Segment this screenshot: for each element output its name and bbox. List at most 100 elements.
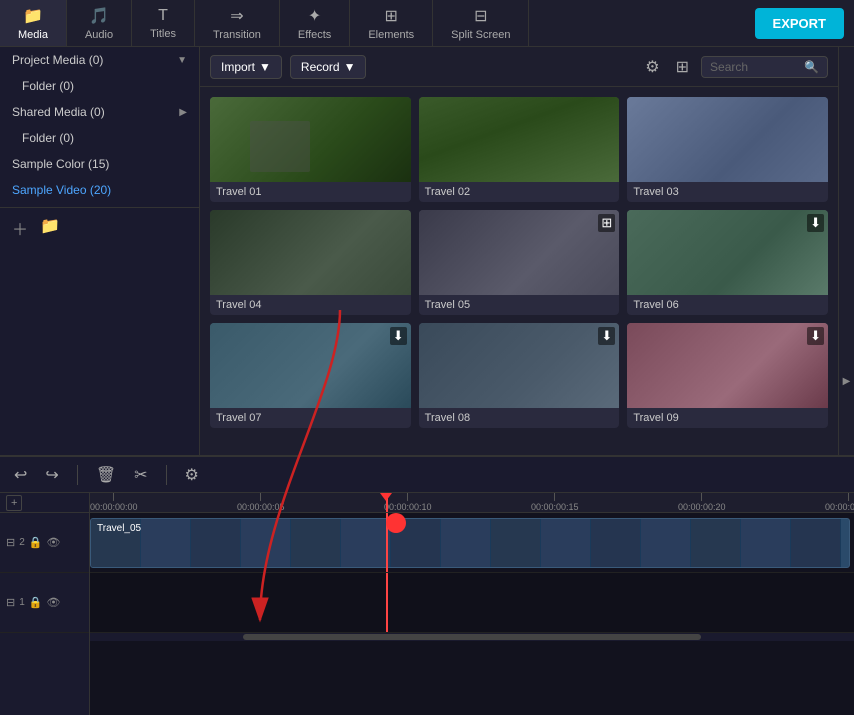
playhead-line-t1	[386, 573, 388, 632]
media-label-travel05: Travel 05	[419, 295, 620, 315]
clip-frame-13	[691, 519, 741, 567]
media-card-travel03[interactable]: Travel 03	[627, 97, 828, 202]
playhead-circle	[386, 513, 406, 533]
undo-button[interactable]: ↩	[10, 463, 31, 487]
download-overlay-icon-8: ⬇	[598, 327, 615, 345]
nav-label-transition: Transition	[213, 29, 261, 41]
nav-item-audio[interactable]: 🎵 Audio	[67, 0, 132, 46]
timeline-ruler: 00:00:00:00 00:00:00:05 00:00:00:10 00:0…	[90, 493, 854, 513]
search-input[interactable]	[710, 60, 800, 74]
timeline-scrollbar[interactable]	[90, 633, 854, 641]
chevron-right-icon: ▶	[179, 107, 187, 118]
clip-frame-6	[341, 519, 391, 567]
grid-icon-btn[interactable]: ⊞	[672, 55, 693, 79]
elements-icon: ⊞	[385, 6, 398, 26]
sidebar-item-project-media[interactable]: Project Media (0) ▼	[0, 47, 199, 73]
video-clip-travel05[interactable]: Travel_05	[90, 518, 850, 568]
media-icon: 📁	[23, 6, 43, 26]
nav-label-effects: Effects	[298, 29, 331, 41]
ruler-mark-4: 00:00:00:20	[678, 493, 726, 512]
media-thumb-travel02	[419, 97, 620, 182]
nav-item-elements[interactable]: ⊞ Elements	[350, 0, 433, 46]
timeline-main: 00:00:00:00 00:00:00:05 00:00:00:10 00:0…	[90, 493, 854, 715]
clip-frame-5	[291, 519, 341, 567]
nav-item-transition[interactable]: ⇒ Transition	[195, 0, 280, 46]
record-dropdown[interactable]: Record ▼	[290, 55, 367, 79]
timeline-toolbar: ↩ ↪ 🗑 ✂ ⚙	[0, 457, 854, 493]
nav-item-titles[interactable]: T Titles	[132, 0, 195, 46]
media-label-travel08: Travel 08	[419, 408, 620, 428]
media-card-travel05[interactable]: ⊞ Travel 05	[419, 210, 620, 315]
timeline-scrollbar-thumb[interactable]	[243, 634, 701, 640]
scissors-button[interactable]: ✂	[130, 463, 151, 487]
track-number-2: 2	[19, 537, 25, 548]
track-lock-btn-1[interactable]: 🔒	[29, 596, 43, 609]
clip-frame-15	[791, 519, 841, 567]
media-card-travel04[interactable]: Travel 04	[210, 210, 411, 315]
track-grid-icon-1: ⊟	[6, 596, 15, 609]
track-label-row-2: ⊟ 2 🔒 👁	[0, 513, 89, 573]
media-thumb-travel05: ⊞	[419, 210, 620, 295]
sidebar-item-shared-media[interactable]: Shared Media (0) ▶	[0, 99, 199, 125]
media-label-travel02: Travel 02	[419, 182, 620, 202]
nav-item-media[interactable]: 📁 Media	[0, 0, 67, 46]
clip-frame-10	[541, 519, 591, 567]
media-card-travel08[interactable]: ⬇ Travel 08	[419, 323, 620, 428]
add-track-button[interactable]: +	[6, 495, 22, 511]
sidebar-item-folder-1[interactable]: Folder (0)	[0, 125, 199, 151]
media-card-travel02[interactable]: Travel 02	[419, 97, 620, 202]
download-overlay-icon-9: ⬇	[807, 327, 824, 345]
download-overlay-icon-6: ⬇	[807, 214, 824, 232]
track-eye-btn-2[interactable]: 👁	[46, 536, 60, 549]
media-card-travel09[interactable]: ⬇ Travel 09	[627, 323, 828, 428]
nav-item-splitscreen[interactable]: ⊟ Split Screen	[433, 0, 529, 46]
media-card-travel06[interactable]: ⬇ Travel 06	[627, 210, 828, 315]
ruler-mark-1: 00:00:00:05	[237, 493, 285, 512]
search-box: 🔍	[701, 56, 828, 78]
sidebar-item-sample-color[interactable]: Sample Color (15)	[0, 151, 199, 177]
ruler-mark-5: 00:00:00:25	[825, 493, 854, 512]
timeline-track-labels: + ⊟ 2 🔒 👁 ⊟ 1 🔒 👁	[0, 493, 90, 715]
ruler-mark-3: 00:00:00:15	[531, 493, 579, 512]
filter-icon-btn[interactable]: ⚙	[641, 55, 663, 79]
media-card-travel01[interactable]: Travel 01	[210, 97, 411, 202]
ruler-mark-0: 00:00:00:00	[90, 493, 138, 512]
track-label-row-1: ⊟ 1 🔒 👁	[0, 573, 89, 633]
audio-icon: 🎵	[89, 6, 109, 26]
media-thumb-travel06: ⬇	[627, 210, 828, 295]
media-thumb-travel04	[210, 210, 411, 295]
track-eye-btn-1[interactable]: 👁	[46, 596, 60, 609]
dropdown-arrow-icon-2: ▼	[344, 60, 356, 74]
grid-overlay-icon: ⊞	[598, 214, 615, 232]
add-folder-icon[interactable]: 📁	[40, 216, 60, 240]
add-media-icon[interactable]: ＋	[12, 216, 28, 240]
track-lock-btn-2[interactable]: 🔒	[29, 536, 43, 549]
settings-button[interactable]: ⚙	[181, 463, 203, 487]
playhead-ruler	[386, 493, 388, 512]
top-nav: 📁 Media 🎵 Audio T Titles ⇒ Transition ✦ …	[0, 0, 854, 47]
media-label-travel06: Travel 06	[627, 295, 828, 315]
sidebar-item-sample-video[interactable]: Sample Video (20)	[0, 177, 199, 203]
timeline-area: ↩ ↪ 🗑 ✂ ⚙ + ⊟ 2 🔒 👁 ⊟ 1 🔒	[0, 455, 854, 715]
clip-frame-2	[141, 519, 191, 567]
effects-icon: ✦	[308, 6, 321, 26]
clip-frame-14	[741, 519, 791, 567]
playhead-tip	[380, 493, 392, 501]
clip-frame-11	[591, 519, 641, 567]
chevron-down-icon: ▼	[177, 55, 187, 66]
import-dropdown[interactable]: Import ▼	[210, 55, 282, 79]
timeline-body: + ⊟ 2 🔒 👁 ⊟ 1 🔒 👁 00:00	[0, 493, 854, 715]
media-card-travel07[interactable]: ⬇ Travel 07	[210, 323, 411, 428]
content-toolbar: Import ▼ Record ▼ ⚙ ⊞ 🔍	[200, 47, 838, 87]
download-overlay-icon-7: ⬇	[390, 327, 407, 345]
clip-frame-4	[241, 519, 291, 567]
media-thumb-travel01	[210, 97, 411, 182]
delete-button[interactable]: 🗑	[92, 463, 120, 487]
track-row-2: Travel_05	[90, 513, 854, 573]
media-thumb-travel03	[627, 97, 828, 182]
export-button[interactable]: EXPORT	[755, 8, 844, 39]
sidebar-item-folder-0[interactable]: Folder (0)	[0, 73, 199, 99]
nav-item-effects[interactable]: ✦ Effects	[280, 0, 350, 46]
redo-button[interactable]: ↪	[41, 463, 62, 487]
clip-frame-3	[191, 519, 241, 567]
